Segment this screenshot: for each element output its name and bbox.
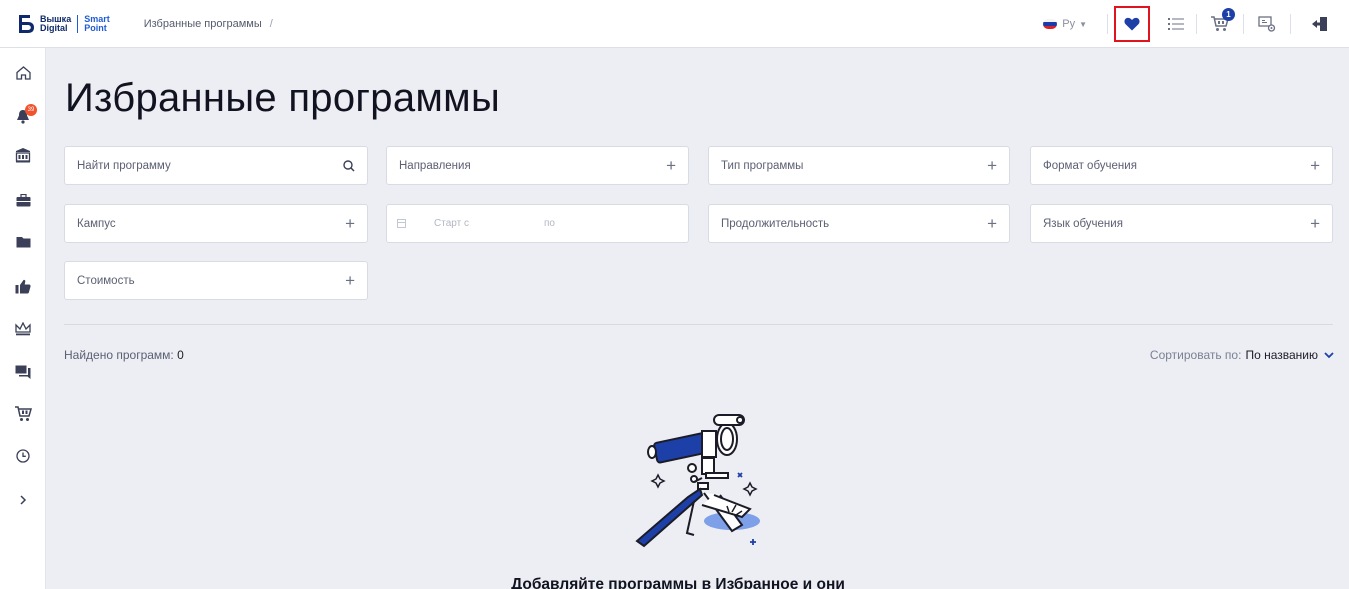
- sidebar-item-cart[interactable]: [0, 396, 46, 432]
- telescope-illustration: [635, 414, 760, 548]
- plus-icon: +: [987, 156, 997, 175]
- chevron-right-icon: [20, 495, 27, 505]
- logo-mark-icon: [18, 14, 35, 34]
- plus-icon: +: [987, 214, 997, 233]
- sidebar-item-history[interactable]: [0, 438, 46, 474]
- breadcrumb-separator: /: [269, 17, 273, 30]
- campus-label: Кампус: [77, 217, 116, 230]
- sidebar: 39: [0, 48, 46, 589]
- thumbs-up-icon: [15, 279, 31, 293]
- home-icon: [15, 66, 31, 80]
- sidebar-item-university[interactable]: [0, 137, 46, 173]
- caret-down-icon: ▼: [1079, 19, 1087, 29]
- calendar-icon: [397, 219, 406, 228]
- study-format-filter[interactable]: Формат обучения +: [1030, 146, 1333, 185]
- page-title: Избранные программы: [65, 76, 501, 120]
- found-count: Найдено программ: 0: [64, 348, 184, 362]
- program-type-label: Тип программы: [721, 159, 804, 172]
- sidebar-item-files[interactable]: [0, 224, 46, 260]
- cost-label: Стоимость: [77, 274, 135, 287]
- program-type-filter[interactable]: Тип программы +: [708, 146, 1010, 185]
- chevron-down-icon: [1324, 351, 1334, 358]
- logo-line2: Digital: [40, 22, 68, 33]
- duration-filter[interactable]: Продолжительность +: [708, 204, 1010, 243]
- sidebar-item-career[interactable]: [0, 182, 46, 218]
- found-value: 0: [177, 348, 184, 362]
- briefcase-icon: [16, 193, 30, 206]
- start-from-input[interactable]: Старт с: [434, 218, 544, 229]
- search-icon: [343, 159, 355, 172]
- breadcrumb-item[interactable]: Избранные программы: [144, 18, 262, 30]
- settings-display-button[interactable]: [1244, 4, 1290, 44]
- plus-icon: +: [1310, 214, 1320, 233]
- campus-filter[interactable]: Кампус +: [64, 204, 368, 243]
- sidebar-item-home[interactable]: [0, 55, 46, 91]
- sort-value[interactable]: По названию: [1245, 348, 1318, 362]
- empty-state-text: Добавляйте программы в Избранное и они: [511, 576, 845, 589]
- folder-icon: [16, 237, 30, 248]
- start-to-input[interactable]: по: [544, 218, 555, 229]
- cart-icon: [14, 406, 32, 421]
- found-label: Найдено программ:: [64, 348, 174, 362]
- cost-filter[interactable]: Стоимость +: [64, 261, 368, 300]
- list-icon: [1168, 18, 1184, 30]
- divider: [1107, 14, 1108, 34]
- plus-icon: +: [666, 156, 676, 175]
- start-date-filter[interactable]: Старт с по: [386, 204, 689, 243]
- sidebar-item-achievements[interactable]: [0, 311, 46, 347]
- language-selector[interactable]: Ру ▼: [1043, 18, 1087, 30]
- main-content: Избранные программы Найти программу Напр…: [47, 48, 1349, 589]
- divider: [64, 324, 1333, 325]
- search-input[interactable]: Найти программу: [64, 146, 368, 185]
- plus-icon: +: [345, 271, 355, 290]
- logo-divider: [77, 14, 79, 33]
- language-filter-label: Язык обучения: [1043, 217, 1123, 230]
- cart-button[interactable]: 1: [1197, 4, 1243, 44]
- building-icon: [15, 148, 31, 163]
- heart-icon: [1124, 17, 1140, 31]
- sidebar-item-messages[interactable]: [0, 354, 46, 390]
- language-label: Ру: [1062, 18, 1076, 30]
- breadcrumb: Избранные программы /: [144, 18, 273, 30]
- logout-button[interactable]: [1291, 4, 1349, 44]
- crown-icon: [15, 322, 31, 336]
- logo-sub2: Point: [84, 22, 107, 33]
- duration-label: Продолжительность: [721, 217, 830, 230]
- language-filter[interactable]: Язык обучения +: [1030, 204, 1333, 243]
- plus-icon: +: [345, 214, 355, 233]
- sort-control[interactable]: Сортировать по: По названию: [1150, 348, 1334, 362]
- directions-label: Направления: [399, 159, 471, 172]
- monitor-settings-icon: [1258, 16, 1276, 32]
- top-bar: Вышка Digital Smart Point Избранные прог…: [0, 0, 1349, 48]
- sidebar-item-likes[interactable]: [0, 268, 46, 304]
- directions-filter[interactable]: Направления +: [386, 146, 689, 185]
- logo[interactable]: Вышка Digital Smart Point: [18, 0, 110, 48]
- chat-icon: [15, 365, 31, 379]
- plus-icon: +: [1310, 156, 1320, 175]
- sidebar-item-notifications[interactable]: 39: [0, 98, 46, 134]
- logout-icon: [1312, 17, 1327, 31]
- study-format-label: Формат обучения: [1043, 159, 1137, 172]
- list-button[interactable]: [1156, 4, 1196, 44]
- favorites-button[interactable]: [1114, 6, 1150, 42]
- notification-badge: 39: [25, 104, 37, 116]
- sort-label: Сортировать по:: [1149, 348, 1242, 362]
- russia-flag-icon: [1043, 19, 1058, 29]
- sidebar-expand-button[interactable]: [0, 482, 46, 518]
- cart-badge: 1: [1222, 8, 1235, 21]
- clock-icon: [16, 449, 30, 463]
- search-placeholder: Найти программу: [77, 159, 171, 172]
